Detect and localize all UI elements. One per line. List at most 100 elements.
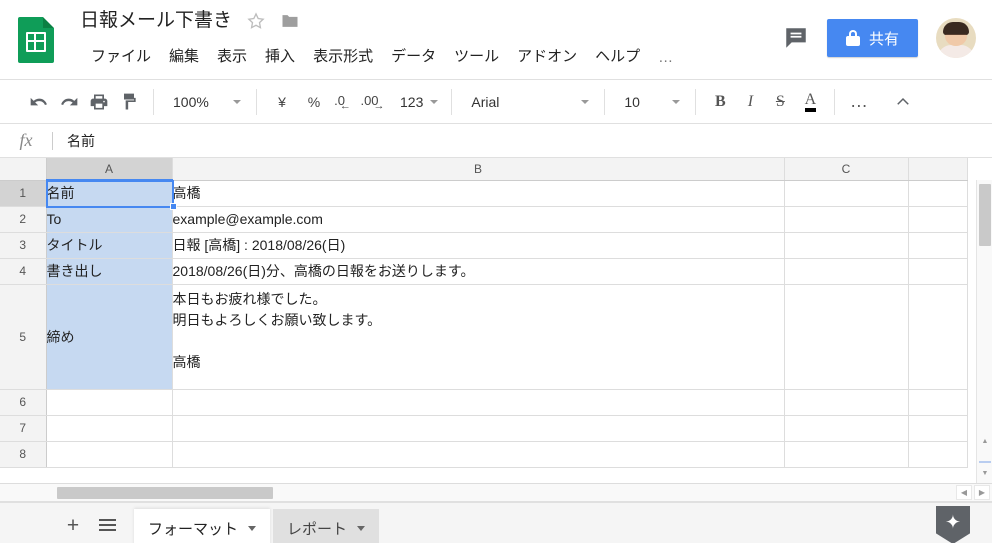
scroll-left-icon[interactable]: ◀ [956,485,972,500]
cell-b5[interactable]: 本日もお疲れ様でした。 明日もよろしくお願い致します。 高橋 [172,284,785,390]
avatar[interactable] [936,18,976,58]
paint-format-icon[interactable] [114,87,144,117]
menu-addons[interactable]: アドオン [508,44,586,70]
select-all-corner[interactable] [0,158,47,181]
font-family-selector[interactable]: Arial [461,87,595,117]
cell-b4[interactable]: 2018/08/26(日)分、高橋の日報をお送りします。 [172,258,785,285]
horizontal-scrollbar[interactable]: ◀ ▶ [0,484,992,502]
menu-insert[interactable]: 挿入 [256,44,304,70]
menu-view[interactable]: 表示 [208,44,256,70]
more-toolbar-icon[interactable]: … [844,87,874,117]
decrease-decimal-button[interactable]: .0 ← [330,87,360,117]
table-row: 5 締め 本日もお疲れ様でした。 明日もよろしくお願い致します。 高橋 [0,284,968,390]
row-header-8[interactable]: 8 [0,441,47,468]
menu-help[interactable]: ヘルプ [586,44,649,70]
bold-button[interactable]: B [705,87,735,117]
document-title[interactable]: 日報メール下書き [80,8,232,34]
comment-icon[interactable] [783,25,809,51]
star-outline-icon[interactable] [246,11,266,31]
cell-d6[interactable] [908,389,968,416]
all-sheets-icon[interactable] [90,509,124,543]
scroll-down-icon[interactable]: ▼ [977,465,992,481]
cell-b7[interactable] [172,415,785,442]
cell-d4[interactable] [908,258,968,285]
cell-d8[interactable] [908,441,968,468]
share-button[interactable]: 共有 [826,19,918,57]
chevron-down-icon[interactable] [357,526,366,531]
column-header-b[interactable]: B [172,158,785,181]
cell-d5[interactable] [908,284,968,390]
menu-tools[interactable]: ツール [445,44,508,70]
explore-button[interactable]: ✦ [936,506,970,543]
horizontal-scroll-thumb[interactable] [57,487,273,499]
cell-d3[interactable] [908,232,968,259]
collapse-toolbar-icon[interactable] [888,87,918,117]
cell-c2[interactable] [784,206,909,233]
italic-button[interactable]: I [735,87,765,117]
row-header-2[interactable]: 2 [0,206,47,233]
chevron-down-icon [672,99,681,104]
sheet-tab-format[interactable]: フォーマット [134,508,271,543]
print-icon[interactable] [84,87,114,117]
scroll-up-icon[interactable]: ▲ [977,433,992,449]
cell-a6[interactable] [46,389,173,416]
row-header-5[interactable]: 5 [0,284,47,390]
menu-data[interactable]: データ [382,44,445,70]
vertical-scroll-thumb[interactable] [979,184,991,246]
cell-a7[interactable] [46,415,173,442]
title-row: 日報メール下書き [80,8,300,34]
cell-b2[interactable]: example@example.com [172,206,785,233]
menu-overflow-icon[interactable]: … [649,47,683,68]
cell-c7[interactable] [784,415,909,442]
column-header-c[interactable]: C [784,158,909,181]
increase-decimal-button[interactable]: .00 → [360,87,390,117]
menu-edit[interactable]: 編集 [160,44,208,70]
scroll-right-icon[interactable]: ▶ [974,485,990,500]
cell-a5[interactable]: 締め [46,284,173,390]
cell-c1[interactable] [784,180,909,207]
column-header-d[interactable] [908,158,968,181]
cell-c8[interactable] [784,441,909,468]
cell-b1[interactable]: 高橋 [172,180,785,207]
cell-d7[interactable] [908,415,968,442]
cell-d1[interactable] [908,180,968,207]
cell-c3[interactable] [784,232,909,259]
chevron-down-icon[interactable] [248,526,257,531]
cell-c6[interactable] [784,389,909,416]
menu-format[interactable]: 表示形式 [304,44,382,70]
cell-d2[interactable] [908,206,968,233]
row-header-6[interactable]: 6 [0,389,47,416]
formula-input[interactable]: 名前 [53,124,992,157]
sheet-tab-report[interactable]: レポート [273,508,380,543]
row-header-1[interactable]: 1 [0,180,47,207]
cell-b3[interactable]: 日報 [高橋] : 2018/08/26(日) [172,232,785,259]
zoom-selector[interactable]: 100% [163,87,247,117]
menu-file[interactable]: ファイル [82,44,160,70]
row-header-7[interactable]: 7 [0,415,47,442]
column-header-a[interactable]: A [46,158,173,181]
strikethrough-button[interactable]: S [765,87,795,117]
row-header-4[interactable]: 4 [0,258,47,285]
vertical-scrollbar[interactable]: ▲ ▼ [976,180,992,483]
row-header-3[interactable]: 3 [0,232,47,259]
redo-icon[interactable] [54,87,84,117]
cell-b6[interactable] [172,389,785,416]
add-sheet-icon[interactable]: + [56,509,90,543]
cell-a8[interactable] [46,441,173,468]
cell-a3[interactable]: タイトル [46,232,173,259]
cell-a1[interactable]: 名前 [46,180,173,207]
text-color-button[interactable]: A [795,87,825,117]
currency-format-button[interactable]: ¥ [266,87,298,117]
more-formats-selector[interactable]: 123 [390,87,442,117]
toolbar: 100% ¥ % .0 ← .00 → 123 Arial 10 B I S A… [0,80,992,124]
cell-c4[interactable] [784,258,909,285]
cell-c5[interactable] [784,284,909,390]
more-toolbar-label: … [849,91,869,111]
font-size-selector[interactable]: 10 [614,87,686,117]
folder-icon[interactable] [280,11,300,31]
undo-icon[interactable] [24,87,54,117]
cell-a2[interactable]: To [46,206,173,233]
percent-format-button[interactable]: % [298,87,330,117]
cell-a4[interactable]: 書き出し [46,258,173,285]
cell-b8[interactable] [172,441,785,468]
